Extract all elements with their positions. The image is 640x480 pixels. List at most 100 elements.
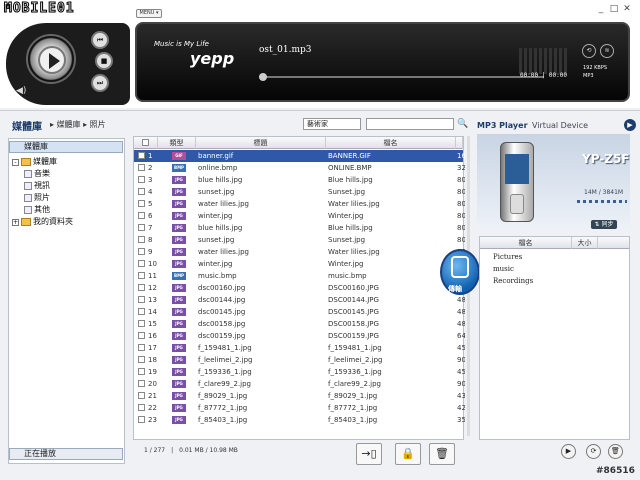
table-row[interactable]: 10JPGwinter.jpgWinter.jpg80 — [134, 258, 465, 270]
row-checkbox[interactable] — [138, 188, 145, 195]
seek-handle[interactable] — [259, 73, 267, 81]
row-checkbox[interactable] — [138, 416, 145, 423]
tree-item-photos[interactable]: 照片 — [12, 192, 73, 204]
table-row[interactable]: 6 JPG winter.jpg Winter.jpg 80 — [134, 210, 465, 222]
row-checkbox[interactable] — [138, 296, 145, 303]
repeat-button[interactable]: ⟲ — [582, 44, 596, 58]
breadcrumb-item[interactable]: 媒體庫 — [57, 120, 81, 129]
table-row[interactable]: 8 JPG sunset.jpg Sunset.jpg 80 — [134, 234, 465, 246]
header-filename[interactable]: 檔名 — [326, 137, 456, 149]
table-row[interactable]: 21 JPG f_89029_1.jpg f_89029_1.jpg 43 — [134, 390, 465, 402]
expand-icon[interactable]: + — [12, 219, 19, 226]
row-checkbox[interactable] — [138, 224, 145, 231]
row-checkbox[interactable] — [138, 164, 145, 171]
table-row[interactable]: 22 JPG f_87772_1.jpg f_87772_1.jpg 42 — [134, 402, 465, 414]
file-type-icon: JPG — [172, 200, 186, 208]
device-header-size[interactable]: 大小 — [572, 237, 598, 249]
file-type-icon: JPG — [172, 248, 186, 256]
device-item-pictures[interactable]: Pictures — [493, 253, 522, 261]
device-play-button[interactable]: ▶ — [561, 444, 576, 459]
header-type[interactable]: 類型 — [158, 137, 196, 149]
photo-icon — [24, 193, 32, 202]
chevron-right-icon[interactable]: ▶ — [624, 119, 636, 131]
table-row[interactable]: 5 JPG water lilies.jpg Water lilies.jpg 80 — [134, 198, 465, 210]
table-row[interactable]: 16 JPG dsc00159.jpg DSC00159.JPG 64 — [134, 330, 465, 342]
menu-button[interactable]: MENU ▾ — [136, 9, 162, 18]
table-row[interactable]: 14 JPG dsc00145.jpg DSC00145.JPG 48 — [134, 306, 465, 318]
seek-bar[interactable] — [259, 76, 544, 78]
table-row[interactable]: 19 JPG f_159336_1.jpg f_159336_1.jpg 45 — [134, 366, 465, 378]
table-row[interactable]: 3 JPG blue hills.jpg Blue hills.jpg 80 — [134, 174, 465, 186]
device-delete-button[interactable]: 🗑 — [608, 444, 623, 459]
tree-item-my-folders[interactable]: + 我的資料夾 — [12, 216, 73, 228]
minimize-button[interactable]: _ — [596, 4, 606, 14]
collapse-icon[interactable]: - — [12, 159, 19, 166]
row-checkbox[interactable] — [138, 368, 145, 375]
row-checkbox[interactable] — [138, 272, 145, 279]
row-checkbox[interactable] — [138, 332, 145, 339]
row-checkbox[interactable] — [138, 284, 145, 291]
row-checkbox[interactable] — [138, 236, 145, 243]
row-checkbox[interactable] — [138, 248, 145, 255]
lock-button[interactable]: 🔒 — [395, 443, 421, 465]
table-row[interactable]: 20 JPG f_clare99_2.jpg f_clare99_2.jpg 90 — [134, 378, 465, 390]
table-header: 類型 標題 檔名 — [134, 137, 463, 149]
table-row[interactable]: 15 JPG dsc00158.jpg DSC00158.JPG 48 — [134, 318, 465, 330]
search-icon[interactable]: 🔍 — [456, 117, 470, 131]
table-row[interactable]: 7 JPG blue hills.jpg Blue hills.jpg 80 — [134, 222, 465, 234]
nav-header-selected[interactable]: 媒體庫 — [9, 141, 123, 153]
row-checkbox[interactable] — [138, 212, 145, 219]
eq-button[interactable]: ≋ — [600, 44, 614, 58]
now-playing-button[interactable]: 正在播放 — [9, 448, 123, 460]
tree-item-music[interactable]: 音樂 — [12, 168, 73, 180]
table-row[interactable]: 23 JPG f_85403_1.jpg f_85403_1.jpg 35 — [134, 414, 465, 426]
device-item-music[interactable]: music — [493, 265, 514, 273]
bitrate-label: 192 KBPS — [583, 65, 608, 71]
tab-virtual-device[interactable]: Virtual Device — [532, 121, 588, 130]
header-size[interactable] — [456, 137, 463, 149]
send-to-device-button[interactable]: →▯ — [356, 443, 382, 465]
table-row[interactable]: 1 GIF banner.gif BANNER.GIF 16 — [134, 150, 465, 162]
header-check[interactable] — [134, 137, 158, 149]
row-checkbox[interactable] — [138, 152, 145, 159]
search-field-select[interactable]: 藝術家 — [303, 118, 361, 130]
row-checkbox[interactable] — [138, 380, 145, 387]
close-button[interactable]: ✕ — [622, 4, 632, 14]
row-checkbox[interactable] — [138, 308, 145, 315]
table-row[interactable]: 17 JPG f_159481_1.jpg f_159481_1.jpg 45 — [134, 342, 465, 354]
stop-button[interactable]: ■ — [95, 52, 113, 70]
table-row[interactable]: 13 JPG dsc00144.jpg DSC00144.JPG 48 — [134, 294, 465, 306]
row-checkbox[interactable] — [138, 200, 145, 207]
table-row[interactable]: 9JPGwater lilies.jpgWater lilies.jpg80 — [134, 246, 465, 258]
row-checkbox[interactable] — [138, 344, 145, 351]
header-title[interactable]: 標題 — [196, 137, 326, 149]
row-checkbox[interactable] — [138, 356, 145, 363]
maximize-button[interactable]: □ — [609, 4, 619, 14]
device-item-recordings[interactable]: Recordings — [493, 277, 533, 285]
row-title: sunset.jpg — [198, 236, 235, 244]
tree-item-other[interactable]: 其他 — [12, 204, 73, 216]
search-input[interactable] — [366, 118, 454, 130]
table-row[interactable]: 18 JPG f_leelimei_2.jpg f_leelimei_2.jpg 90 — [134, 354, 465, 366]
table-row[interactable]: 4 JPG sunset.jpg Sunset.jpg 80 — [134, 186, 465, 198]
tab-mp3-player[interactable]: MP3 Player — [477, 121, 528, 130]
next-button[interactable]: ⏭ — [91, 74, 109, 92]
device-header-name[interactable]: 檔名 — [480, 237, 572, 249]
row-checkbox[interactable] — [138, 404, 145, 411]
row-checkbox[interactable] — [138, 260, 145, 267]
row-checkbox[interactable] — [138, 392, 145, 399]
row-checkbox[interactable] — [138, 320, 145, 327]
previous-button[interactable]: ⏮ — [91, 31, 109, 49]
volume-icon[interactable]: ◀) — [16, 86, 26, 96]
sync-button[interactable]: ⇅ 同步 — [591, 220, 617, 229]
table-row[interactable]: 12JPGdsc00160.jpgDSC00160.JPG48 — [134, 282, 465, 294]
select-all-checkbox[interactable] — [142, 139, 149, 146]
tree-item-library[interactable]: - 媒體庫 — [12, 156, 73, 168]
device-refresh-button[interactable]: ⟳ — [586, 444, 601, 459]
tree-item-video[interactable]: 視訊 — [12, 180, 73, 192]
table-row[interactable]: 11BMPmusic.bmpmusic.bmp80 — [134, 270, 465, 282]
breadcrumb-item[interactable]: 照片 — [90, 120, 106, 129]
table-row[interactable]: 2 BMP online.bmp ONLINE.BMP 32 — [134, 162, 465, 174]
delete-button[interactable]: 🗑 — [429, 443, 455, 465]
row-checkbox[interactable] — [138, 176, 145, 183]
